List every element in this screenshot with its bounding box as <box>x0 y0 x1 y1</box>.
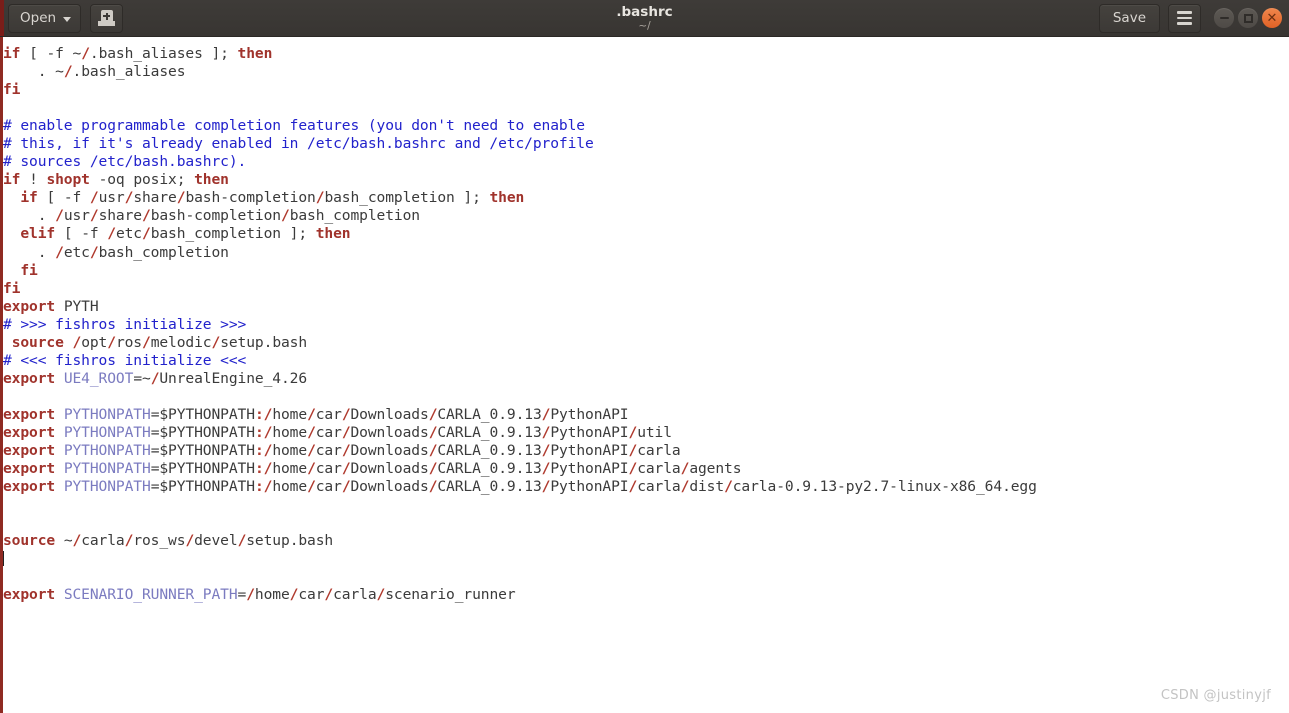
code-line: fi <box>3 81 21 99</box>
code-line: # sources /etc/bash.bashrc). <box>3 153 247 171</box>
code-line: export SCENARIO_RUNNER_PATH=/home/car/ca… <box>3 586 516 604</box>
new-document-button[interactable] <box>90 3 124 33</box>
code-line: if [ -f ~/.bash_aliases ]; then <box>3 45 273 62</box>
code-line: export PYTHONPATH=$PYTHONPATH:/home/car/… <box>3 478 1037 496</box>
code-line: # <<< fishros initialize <<< <box>3 351 247 369</box>
menu-button[interactable] <box>1168 3 1201 33</box>
code-line: fi <box>20 261 38 279</box>
code-line: . /etc/bash_completion <box>37 243 229 261</box>
code-line: export PYTHONPATH=$PYTHONPATH:/home/car/… <box>3 460 742 478</box>
code-line: export UE4_ROOT=~/UnrealEngine_4.26 <box>3 369 308 387</box>
title-bar: Open .bashrc ~/ Save ✕ <box>0 0 1289 37</box>
open-button-label: Open <box>20 10 57 26</box>
text-cursor <box>3 551 4 567</box>
maximize-button[interactable] <box>1238 8 1258 28</box>
code-line: # enable programmable completion feature… <box>3 117 585 135</box>
code-line: export PYTHONPATH=$PYTHONPATH:/home/car/… <box>3 442 681 460</box>
code-line: source ~/carla/ros_ws/devel/setup.bash <box>3 532 334 550</box>
close-button[interactable]: ✕ <box>1262 8 1282 28</box>
window-title: .bashrc <box>616 4 673 20</box>
code-content[interactable]: if [ -f ~/.bash_aliases ]; then . ~/.bas… <box>0 37 1037 604</box>
window-controls: ✕ <box>1214 8 1282 28</box>
save-button-label: Save <box>1112 10 1146 26</box>
window-subtitle-path: ~/ <box>638 20 651 32</box>
code-line: export PYTHONPATH=$PYTHONPATH:/home/car/… <box>3 423 672 441</box>
watermark: CSDN @justinyjf <box>1160 688 1271 703</box>
close-icon: ✕ <box>1266 10 1278 26</box>
code-line: # >>> fishros initialize >>> <box>3 315 247 333</box>
titlebar-left-actions: Open <box>0 3 124 33</box>
code-line: source /opt/ros/melodic/setup.bash <box>11 333 308 351</box>
code-line: if [ -f /usr/share/bash-completion/bash_… <box>20 189 525 207</box>
save-button[interactable]: Save <box>1098 3 1160 33</box>
code-line: if ! shopt -oq posix; then <box>3 171 229 189</box>
code-line: . /usr/share/bash-completion/bash_comple… <box>37 207 420 225</box>
minimize-icon <box>1219 17 1229 19</box>
text-editor-area[interactable]: if [ -f ~/.bash_aliases ]; then . ~/.bas… <box>0 37 1289 713</box>
code-line: elif [ -f /etc/bash_completion ]; then <box>20 225 351 243</box>
window-title-block: .bashrc ~/ <box>0 0 1289 36</box>
minimize-button[interactable] <box>1214 8 1234 28</box>
code-line: export PYTH <box>3 297 99 315</box>
hamburger-menu-icon <box>1177 11 1192 25</box>
code-line <box>3 550 1037 568</box>
open-button[interactable]: Open <box>8 3 82 33</box>
code-line: fi <box>3 279 21 297</box>
code-line: . ~/.bash_aliases <box>37 63 186 81</box>
chevron-down-icon <box>63 16 72 22</box>
titlebar-right-actions: Save ✕ <box>1098 3 1289 33</box>
maximize-icon <box>1243 13 1253 23</box>
new-document-icon <box>98 10 116 26</box>
code-line: # this, if it's already enabled in /etc/… <box>3 135 594 153</box>
code-line: export PYTHONPATH=$PYTHONPATH:/home/car/… <box>3 405 629 423</box>
